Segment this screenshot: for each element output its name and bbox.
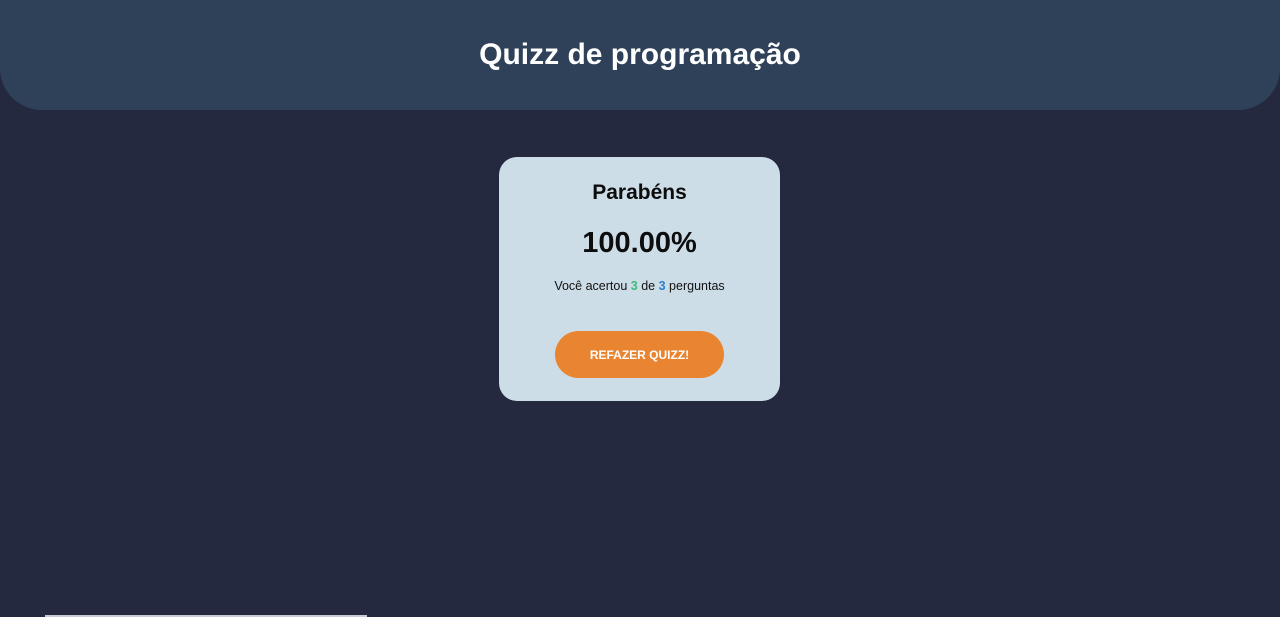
score-percentage: 100.00% <box>582 227 697 259</box>
restart-quiz-button[interactable]: REFAZER QUIZZ! <box>555 331 724 378</box>
correct-count: 3 <box>630 279 638 293</box>
summary-middle: de <box>641 279 656 293</box>
page-title: Quizz de programação <box>479 38 801 71</box>
result-card: Parabéns 100.00% Você acertou 3 de 3 per… <box>499 157 780 401</box>
summary-prefix: Você acertou <box>554 279 628 293</box>
total-count: 3 <box>658 279 666 293</box>
quiz-header: Quizz de programação <box>0 0 1280 110</box>
result-title: Parabéns <box>592 181 687 204</box>
result-summary: Você acertou 3 de 3 perguntas <box>499 279 780 293</box>
summary-suffix: perguntas <box>669 279 725 293</box>
